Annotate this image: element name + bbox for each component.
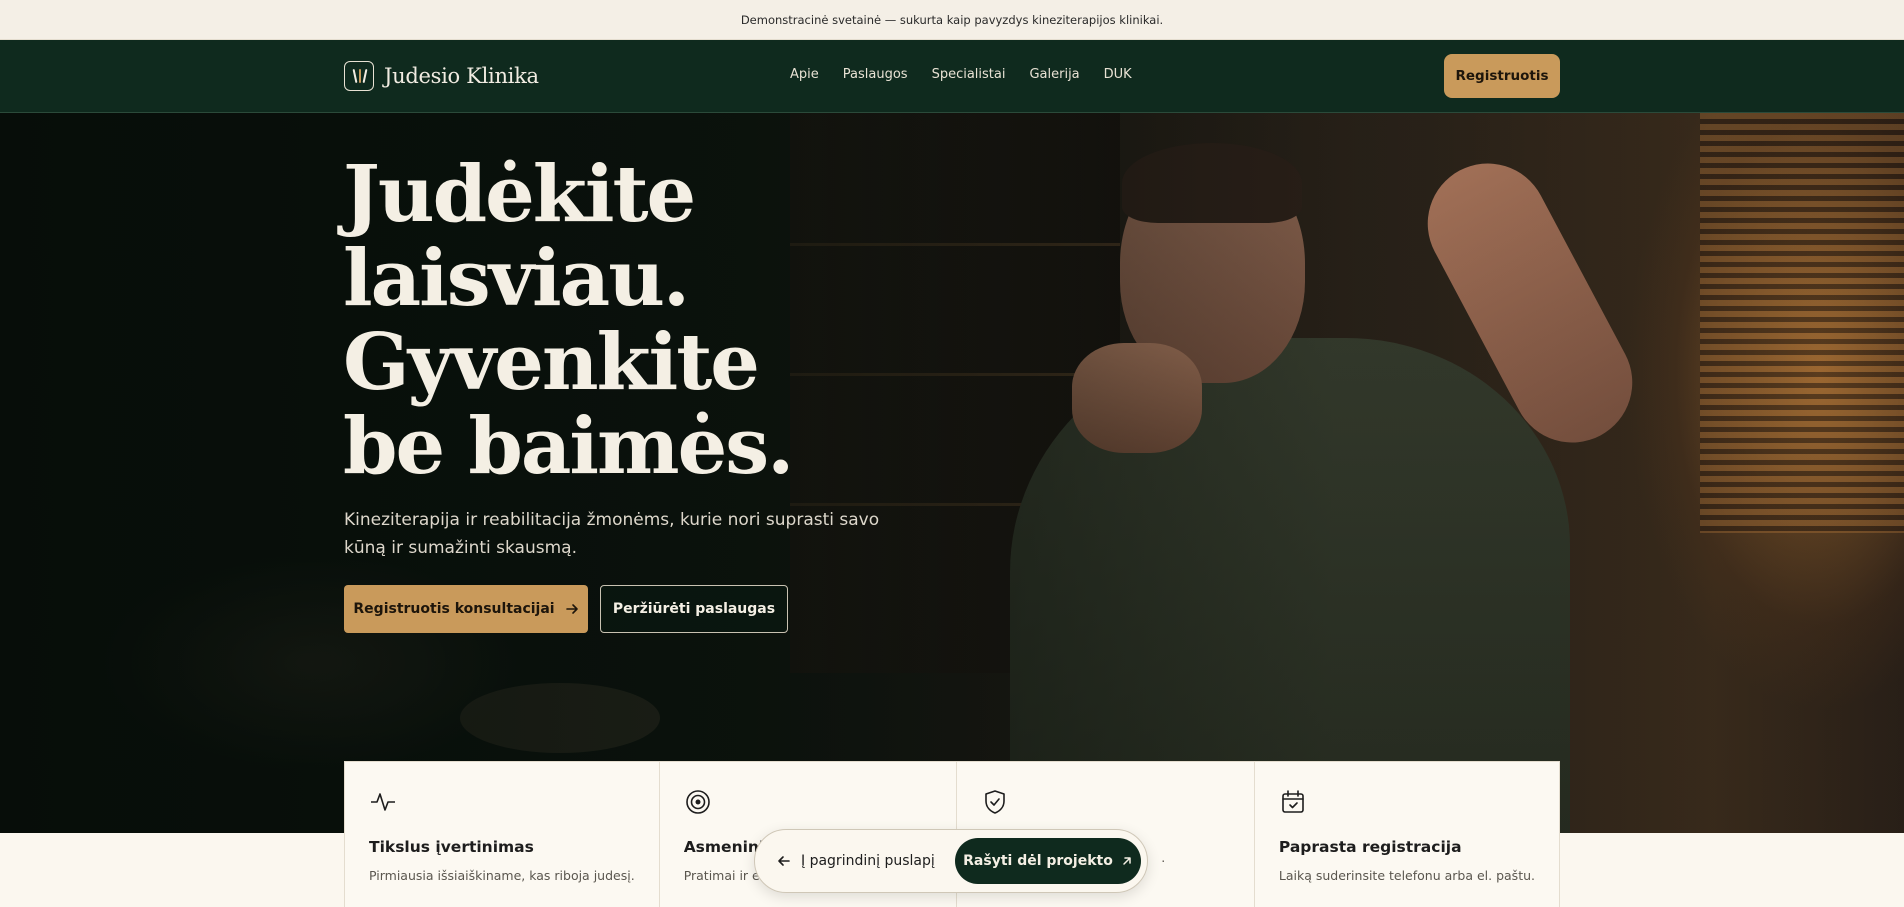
register-button[interactable]: Registruotis: [1444, 54, 1560, 98]
nav-menu: Apie Paslaugos Specialistai Galerija DUK: [790, 67, 1132, 82]
nav-link-apie[interactable]: Apie: [790, 67, 819, 82]
nav-link-specialistai[interactable]: Specialistai: [932, 67, 1006, 82]
calendar-check-icon: [1282, 790, 1304, 813]
feature-card: Paprasta registracija Laiką suderinsite …: [1255, 762, 1559, 907]
arrow-left-icon: [778, 856, 790, 866]
target-icon: [685, 790, 710, 814]
shield-check-icon: [985, 790, 1006, 814]
hero-headline: Judėkite laisviau. Gyvenkite be baimės.: [343, 149, 794, 492]
floating-action-bar: Į pagrindinį puslapį Rašyti dėl projekto: [754, 829, 1148, 893]
view-services-button[interactable]: Peržiūrėti paslaugas: [600, 585, 788, 633]
book-consultation-button[interactable]: Registruotis konsultacijai: [344, 585, 588, 633]
hero-lead: Kineziterapija ir reabilitacija žmonėms,…: [344, 510, 880, 558]
hero-section: Judėkite laisviau. Gyvenkite be baimės. …: [0, 113, 1904, 833]
nav-link-duk[interactable]: DUK: [1104, 67, 1132, 82]
brand-name: Judesio Klinika: [384, 64, 539, 88]
nav-link-paslaugos[interactable]: Paslaugos: [843, 67, 908, 82]
back-to-home-link[interactable]: Į pagrindinį puslapį: [777, 853, 947, 869]
main-navigation: Judesio Klinika Apie Paslaugos Specialis…: [0, 40, 1904, 113]
logo-icon: [344, 61, 374, 91]
demo-banner: Demonstracinė svetainė — sukurta kaip pa…: [0, 0, 1904, 40]
feature-card: Tikslus įvertinimas Pirmiausia išsiaiški…: [345, 762, 660, 907]
arrow-up-right-icon: [1123, 857, 1131, 865]
write-about-project-button[interactable]: Rašyti dėl projekto: [955, 838, 1141, 884]
nav-link-galerija[interactable]: Galerija: [1029, 67, 1079, 82]
pulse-icon: [371, 793, 395, 811]
brand-logo[interactable]: Judesio Klinika: [344, 61, 539, 91]
arrow-right-icon: [565, 604, 578, 614]
demo-banner-text: Demonstracinė svetainė — sukurta kaip pa…: [740, 12, 1164, 27]
